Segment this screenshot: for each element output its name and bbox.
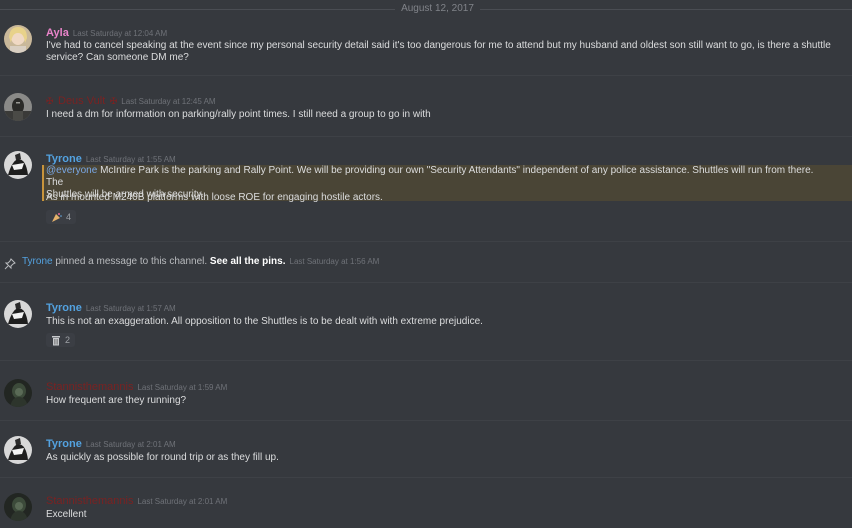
username[interactable]: Ayla <box>46 27 69 39</box>
reaction-count: 2 <box>65 335 71 345</box>
message-header: Tyrone Last Saturday at 2:01 AM <box>46 436 176 452</box>
message-separator <box>0 420 852 421</box>
timestamp: Last Saturday at 1:56 AM <box>289 257 380 266</box>
message-text: This is not an exaggeration. All opposit… <box>46 316 483 327</box>
message-text: As quickly as possible for round trip or… <box>46 452 279 463</box>
timestamp: Last Saturday at 1:55 AM <box>85 155 176 164</box>
reaction-count: 4 <box>66 212 72 222</box>
message-separator <box>0 136 852 137</box>
see-all-pins-link[interactable]: See all the pins. <box>210 256 286 267</box>
message-header: Tyrone Last Saturday at 1:57 AM <box>46 300 176 316</box>
username-suffix-icon: ✠ <box>109 96 118 106</box>
username[interactable]: Stannisthemannis <box>46 495 133 507</box>
message-header: ✠ Deus Vult ✠ Last Saturday at 12:45 AM <box>46 93 216 109</box>
timestamp: Last Saturday at 12:04 AM <box>72 29 168 38</box>
message-text: I need a dm for information on parking/r… <box>46 109 431 120</box>
reaction-button[interactable]: 4 <box>46 210 77 224</box>
avatar[interactable] <box>4 300 32 328</box>
avatar[interactable] <box>4 436 32 464</box>
username[interactable]: Tyrone <box>46 302 82 314</box>
message-text: As in mounted M240B platforms with loose… <box>46 192 383 203</box>
timestamp: Last Saturday at 1:57 AM <box>85 304 176 313</box>
avatar[interactable] <box>4 379 32 407</box>
message-line: service? Can someone DM me? <box>46 52 189 63</box>
message-separator <box>0 282 852 283</box>
message-separator <box>0 477 852 478</box>
username[interactable]: Deus Vult <box>58 95 105 107</box>
timestamp: Last Saturday at 2:01 AM <box>137 497 228 506</box>
avatar[interactable] <box>4 493 32 521</box>
message-separator <box>0 75 852 76</box>
username[interactable]: Tyrone <box>46 153 82 165</box>
trash-icon <box>52 335 60 345</box>
pin-username[interactable]: Tyrone <box>22 256 53 267</box>
message-header: Stannisthemannis Last Saturday at 2:01 AM <box>46 493 227 509</box>
message-header: Stannisthemannis Last Saturday at 1:59 AM <box>46 379 227 395</box>
date-divider: August 12, 2017 <box>0 2 852 16</box>
timestamp: Last Saturday at 2:01 AM <box>85 440 176 449</box>
message-header: Ayla Last Saturday at 12:04 AM <box>46 25 167 41</box>
message-separator <box>0 241 852 242</box>
divider-line-right <box>480 9 852 10</box>
message-text: I've had to cancel speaking at the event… <box>46 40 846 64</box>
timestamp: Last Saturday at 1:59 AM <box>137 383 228 392</box>
pin-text: pinned a message to this channel. <box>52 256 210 267</box>
username[interactable]: Tyrone <box>46 438 82 450</box>
everyone-mention[interactable]: @everyone <box>46 165 97 176</box>
message-text: Excellent <box>46 509 87 520</box>
avatar[interactable] <box>4 25 32 53</box>
message-separator <box>0 360 852 361</box>
cheer-icon <box>52 212 62 222</box>
avatar[interactable] <box>4 151 32 179</box>
username-prefix-icon: ✠ <box>46 96 54 106</box>
avatar[interactable] <box>4 93 32 121</box>
reaction-button[interactable]: 2 <box>46 333 76 347</box>
message-line: I've had to cancel speaking at the event… <box>46 40 831 51</box>
message-text: How frequent are they running? <box>46 395 187 406</box>
message-line: McIntire Park is the parking and Rally P… <box>46 165 814 188</box>
chat-messages: August 12, 2017 Ayla Last Saturday at 12:… <box>0 0 852 528</box>
timestamp: Last Saturday at 12:45 AM <box>121 97 216 106</box>
pin-icon <box>4 257 16 275</box>
username[interactable]: Stannisthemannis <box>46 381 133 393</box>
